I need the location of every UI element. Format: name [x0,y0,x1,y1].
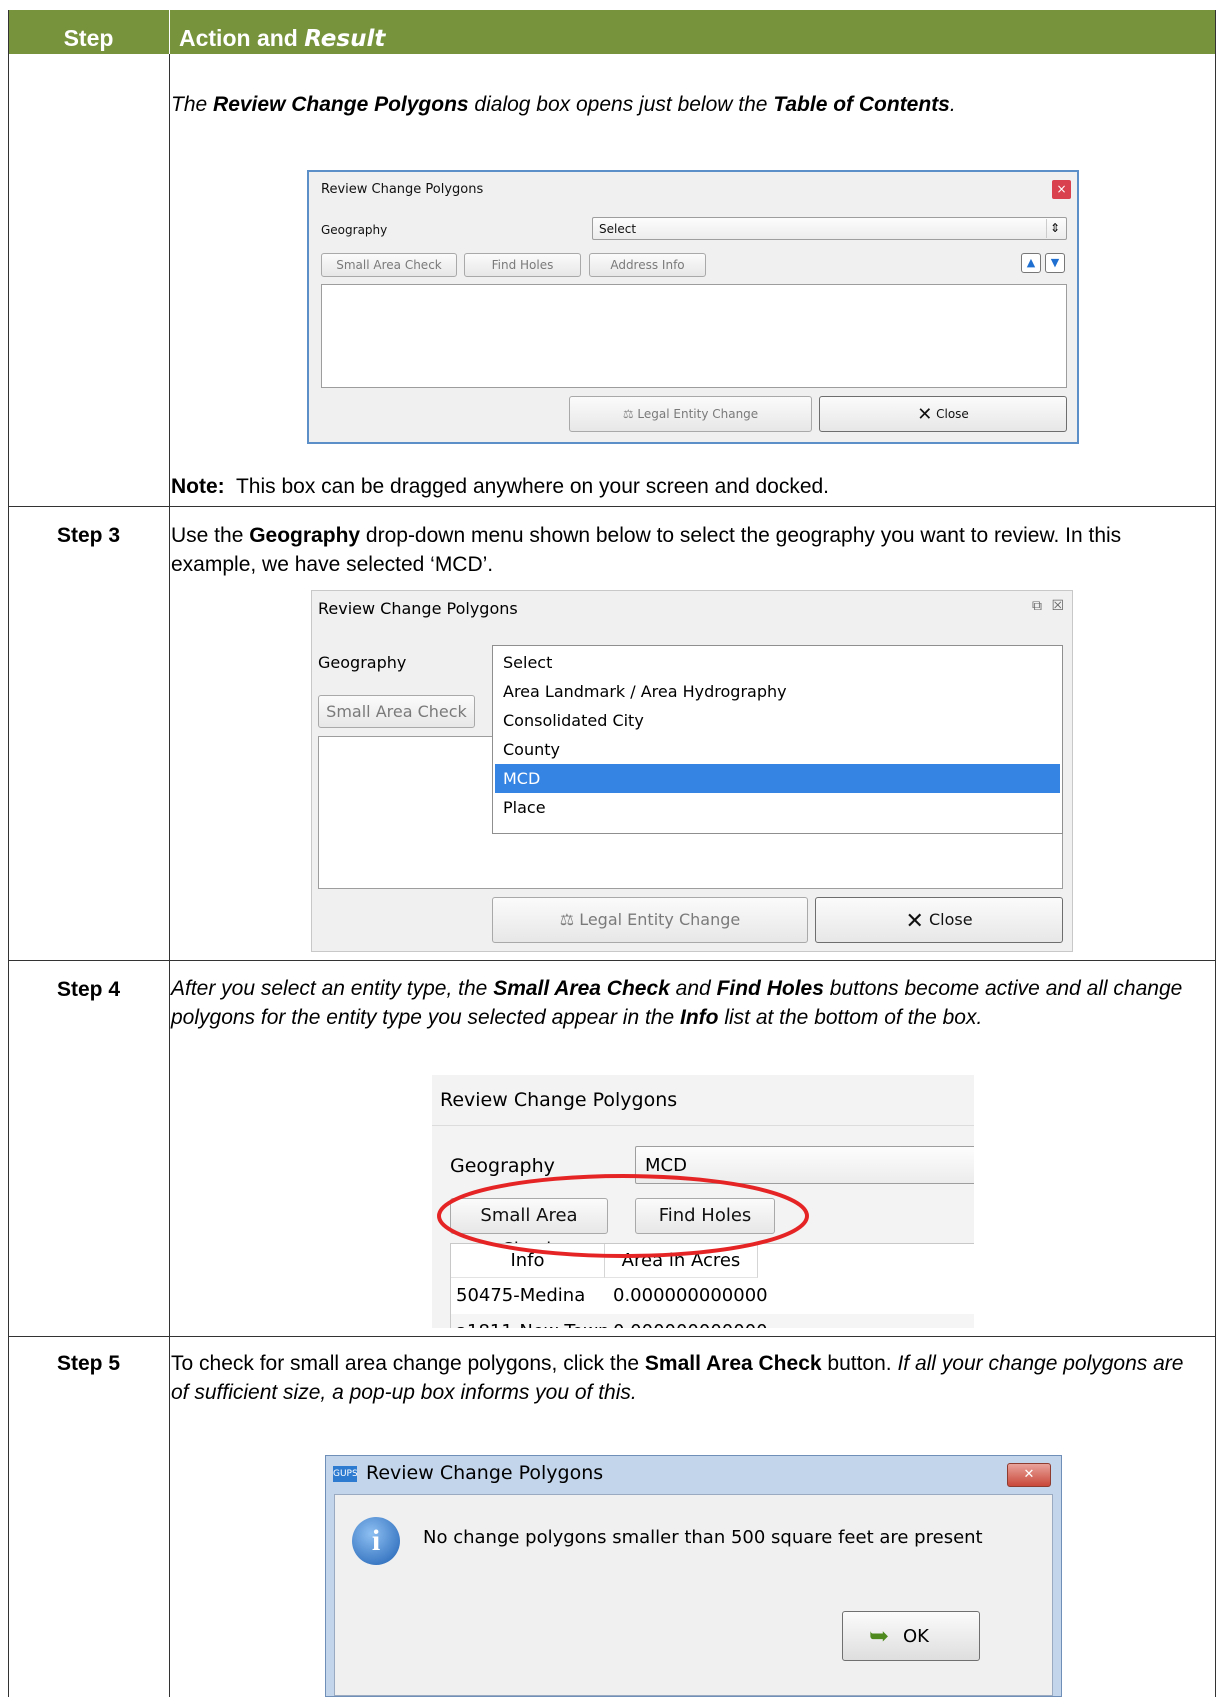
option-consolidated-city[interactable]: Consolidated City [495,706,1060,735]
geography-dropdown-dialog: Review Change Polygons ⧉ ☒ Geography Sma… [311,590,1073,952]
small-area-check-button[interactable]: Small Area Check [321,253,457,277]
legal-entity-change-button[interactable]: ⚖ Legal Entity Change [492,897,808,943]
row4-text: To check for small area change polygons,… [171,1352,1184,1404]
close-icon[interactable]: ☒ [1051,598,1064,614]
geography-label: Geography [321,223,388,237]
green-arrow-icon: ➥ [869,1622,890,1650]
step-4-label: Step 4 [56,978,121,1001]
scales-icon: ⚖ [559,910,575,929]
address-info-button[interactable]: Address Info [589,253,706,277]
row2-text: Use the Geography drop-down menu shown b… [171,524,1122,576]
move-up-icon[interactable]: ▲ [1021,253,1041,273]
column-divider [169,54,170,1697]
ok-button[interactable]: ➥ OK [842,1611,980,1661]
info-list[interactable] [321,284,1067,388]
info-icon: i [352,1517,400,1565]
option-mcd[interactable]: MCD [495,764,1060,793]
option-area-landmark[interactable]: Area Landmark / Area Hydrography [495,677,1060,706]
red-highlight-ellipse [437,1174,809,1258]
review-change-polygons-dialog-mcd: Review Change Polygons Geography MCD Sma… [432,1075,974,1328]
row-divider-2 [8,960,1216,961]
option-county[interactable]: County [495,735,1060,764]
row-divider-1 [8,506,1216,507]
float-icon[interactable]: ⧉ [1032,598,1042,614]
table-header: Step Action and Result [8,10,1216,54]
row3-text: After you select an entity type, the Sma… [171,977,1183,1029]
x-icon: ✕ [917,404,933,425]
step-5-label: Step 5 [56,1352,121,1375]
info-popup-dialog: GUPS Review Change Polygons ✕ i No chang… [325,1455,1062,1697]
geography-dropdown-list[interactable]: Select Area Landmark / Area Hydrography … [492,645,1063,834]
dialog-title: Review Change Polygons [321,182,484,197]
close-button[interactable]: ✕ Close [815,897,1063,943]
scales-icon: ⚖ [622,407,634,421]
close-button[interactable]: ✕ Close [819,396,1067,432]
review-change-polygons-dialog: Review Change Polygons × Geography Selec… [307,170,1079,444]
header-action: Action and Result [179,25,386,52]
header-step: Step [63,25,114,51]
geography-label: Geography [318,653,407,672]
find-holes-button[interactable]: Find Holes [464,253,581,277]
step-3-label: Step 3 [56,524,121,547]
small-area-check-button[interactable]: Small Area Check [318,695,475,728]
dialog-title: Review Change Polygons [318,599,518,618]
chevron-updown-icon: ⇕ [1046,219,1063,238]
geography-select[interactable]: Select ⇕ [592,217,1067,240]
gups-app-icon: GUPS [333,1466,358,1482]
dialog-message: No change polygons smaller than 500 squa… [423,1527,983,1548]
option-select[interactable]: Select [495,648,1060,677]
close-icon[interactable]: ✕ [1007,1463,1051,1487]
dialog-body: i No change polygons smaller than 500 sq… [334,1494,1053,1696]
geography-select-value: Select [599,222,637,236]
move-down-icon[interactable]: ▼ [1045,253,1065,273]
x-icon: ✕ [905,909,924,934]
dialog-title: Review Change Polygons [366,1462,604,1484]
row1-note: Note: This box can be dragged anywhere o… [171,475,830,498]
legal-entity-change-button[interactable]: ⚖ Legal Entity Change [569,396,812,432]
option-place[interactable]: Place [495,793,1060,822]
row-divider-3 [8,1336,1216,1337]
row1-intro: The Review Change Polygons dialog box op… [171,93,956,116]
close-icon[interactable]: × [1052,180,1071,199]
header-divider [169,10,170,54]
